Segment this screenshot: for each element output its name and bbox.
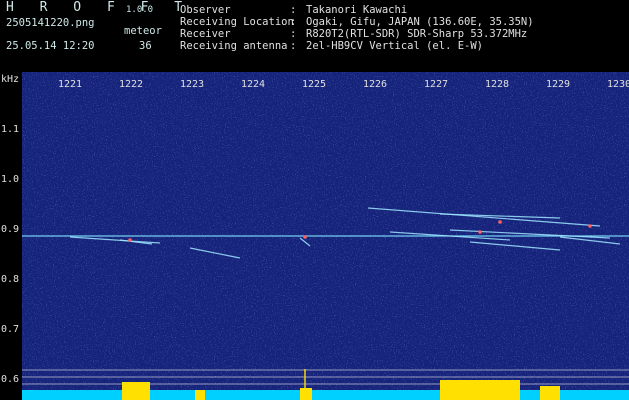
y-tick-label: 0.8 [1,274,20,285]
y-tick-label: 1.0 [1,174,20,185]
x-tick-label: 1228 [485,79,510,90]
meteor-label: meteor [124,25,162,37]
info-key-location: Receiving Location [180,16,294,28]
x-tick-label: 1229 [546,79,571,90]
x-tick-label: 1224 [241,79,266,90]
app-title: H R O F F T [6,0,192,15]
info-colon: : [290,4,297,16]
info-value-receiver: R820T2(RTL-SDR) SDR-Sharp 53.372MHz [306,28,528,40]
info-key-receiver: Receiver [180,28,231,40]
meteor-hotspot [478,230,482,234]
histogram-peak [540,386,560,400]
x-tick-label: 1227 [424,79,449,90]
app-version: 1.0.0 [126,5,154,15]
x-tick-label: 1225 [302,79,327,90]
info-key-observer: Observer [180,4,231,16]
meteor-hotspot [303,235,307,239]
spectrogram [0,72,629,400]
meteor-hotspot [498,220,502,224]
info-value-location: Ogaki, Gifu, JAPAN (136.60E, 35.35N) [306,16,534,28]
histogram-peak [300,388,312,400]
y-axis-panel [0,72,22,400]
x-tick-label: 1223 [180,79,205,90]
x-tick-label: 1226 [363,79,388,90]
histogram-band [22,390,629,400]
histogram-peak [195,390,205,400]
y-tick-label: 1.1 [1,124,20,135]
info-colon: : [290,40,297,52]
info-colon: : [290,16,297,28]
x-tick-label: 1221 [58,79,83,90]
y-tick-label: 0.7 [1,324,20,335]
info-value-antenna: 2el-HB9CV Vertical (el. E-W) [306,40,484,52]
y-tick-label: 0.9 [1,224,20,235]
info-key-antenna: Receiving antenna [180,40,288,52]
info-colon: : [290,28,297,40]
meteor-count: 36 [139,40,152,52]
header-panel: H R O F F T 1.0.0 2505141220.png meteor … [0,0,629,72]
histogram-peak [440,380,520,400]
meteor-hotspot [128,238,132,242]
info-value-observer: Takanori Kawachi [306,4,408,16]
histogram-peak [122,382,150,400]
x-tick-label: 1230 [607,79,629,90]
meteor-hotspot [588,224,592,228]
x-tick-label: 1222 [119,79,144,90]
y-axis-unit: kHz [1,74,20,85]
capture-datetime: 25.05.14 12:20 [6,40,95,52]
y-tick-label: 0.6 [1,374,20,385]
file-name: 2505141220.png [6,17,95,29]
